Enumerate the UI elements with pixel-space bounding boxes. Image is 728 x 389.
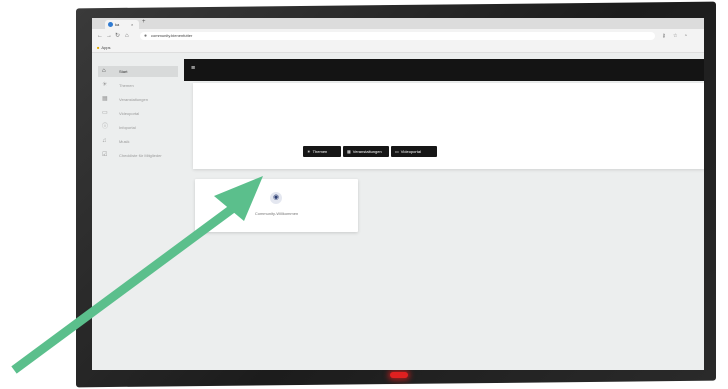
arrow-shaft — [11, 199, 243, 374]
annotation-arrow — [11, 176, 263, 374]
